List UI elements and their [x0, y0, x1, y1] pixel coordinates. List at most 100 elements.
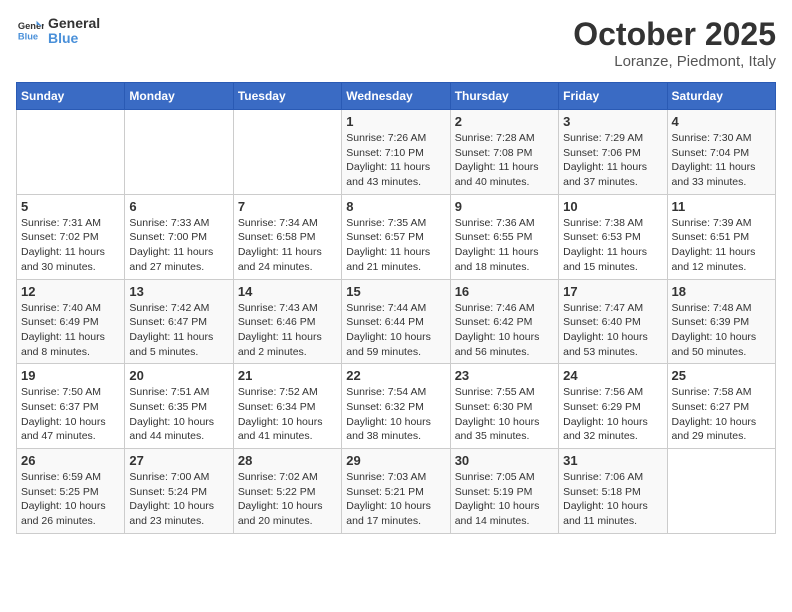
svg-text:General: General: [18, 22, 44, 32]
calendar-cell: 18Sunrise: 7:48 AMSunset: 6:39 PMDayligh…: [667, 279, 775, 364]
calendar-cell: 29Sunrise: 7:03 AMSunset: 5:21 PMDayligh…: [342, 449, 450, 534]
day-number: 17: [563, 284, 662, 299]
day-info: Sunrise: 7:50 AMSunset: 6:37 PMDaylight:…: [21, 385, 120, 444]
day-info: Sunrise: 7:00 AMSunset: 5:24 PMDaylight:…: [129, 470, 228, 529]
day-number: 30: [455, 453, 554, 468]
day-info: Sunrise: 7:05 AMSunset: 5:19 PMDaylight:…: [455, 470, 554, 529]
day-number: 28: [238, 453, 337, 468]
calendar-cell: 5Sunrise: 7:31 AMSunset: 7:02 PMDaylight…: [17, 194, 125, 279]
day-info: Sunrise: 7:35 AMSunset: 6:57 PMDaylight:…: [346, 216, 445, 275]
header-day-monday: Monday: [125, 83, 233, 110]
day-number: 4: [672, 114, 771, 129]
calendar-cell: 1 Sunrise: 7:26 AMSunset: 7:10 PMDaylight…: [342, 110, 450, 195]
day-info: Sunrise: 7:51 AMSunset: 6:35 PMDaylight:…: [129, 385, 228, 444]
calendar-cell: 15 Sunrise: 7:44 AMSunset: 6:44 PMDayligh…: [342, 279, 450, 364]
day-info: Sunrise: 7:58 AMSunset: 6:27 PMDaylight:…: [672, 385, 771, 444]
calendar-week-1: 1 Sunrise: 7:26 AMSunset: 7:10 PMDaylight…: [17, 110, 776, 195]
day-number: 24: [563, 368, 662, 383]
calendar-cell: 23 Sunrise: 7:55 AMSunset: 6:30 PMDayligh…: [450, 364, 558, 449]
calendar-cell: 12 Sunrise: 7:40 AMSunset: 6:49 PMDayligh…: [17, 279, 125, 364]
header-day-friday: Friday: [559, 83, 667, 110]
header-row: SundayMondayTuesdayWednesdayThursdayFrid…: [17, 83, 776, 110]
logo-icon: General Blue: [16, 17, 44, 45]
calendar-cell: 7 Sunrise: 7:34 AMSunset: 6:58 PMDaylight…: [233, 194, 341, 279]
day-info: Sunrise: 7:34 AMSunset: 6:58 PMDaylight:…: [238, 216, 337, 275]
header-day-thursday: Thursday: [450, 83, 558, 110]
calendar-cell: 26 Sunrise: 6:59 AMSunset: 5:25 PMDayligh…: [17, 449, 125, 534]
title-block: October 2025 Loranze, Piedmont, Italy: [573, 16, 776, 70]
calendar-cell: 27 Sunrise: 7:00 AMSunset: 5:24 PMDayligh…: [125, 449, 233, 534]
calendar-week-3: 12 Sunrise: 7:40 AMSunset: 6:49 PMDayligh…: [17, 279, 776, 364]
day-info: Sunrise: 7:36 AMSunset: 6:55 PMDaylight:…: [455, 216, 554, 275]
day-info: Sunrise: 7:44 AMSunset: 6:44 PMDaylight:…: [346, 301, 445, 360]
day-number: 9: [455, 199, 554, 214]
calendar-cell: 4 Sunrise: 7:30 AMSunset: 7:04 PMDaylight…: [667, 110, 775, 195]
day-number: 31: [563, 453, 662, 468]
page-header: General Blue General Blue October 2025 L…: [16, 16, 776, 70]
calendar-table: SundayMondayTuesdayWednesdayThursdayFrid…: [16, 82, 776, 534]
day-info: Sunrise: 7:54 AMSunset: 6:32 PMDaylight:…: [346, 385, 445, 444]
day-number: 16: [455, 284, 554, 299]
day-number: 27: [129, 453, 228, 468]
day-info: Sunrise: 7:30 AMSunset: 7:04 PMDaylight:…: [672, 131, 771, 190]
day-number: 1: [346, 114, 445, 129]
day-number: 11: [672, 199, 771, 214]
day-info: Sunrise: 7:39 AMSunset: 6:51 PMDaylight:…: [672, 216, 771, 275]
calendar-cell: 19 Sunrise: 7:50 AMSunset: 6:37 PMDayligh…: [17, 364, 125, 449]
calendar-cell: 2 Sunrise: 7:28 AMSunset: 7:08 PMDaylight…: [450, 110, 558, 195]
calendar-week-2: 5Sunrise: 7:31 AMSunset: 7:02 PMDaylight…: [17, 194, 776, 279]
day-number: 23: [455, 368, 554, 383]
calendar-cell: 30 Sunrise: 7:05 AMSunset: 5:19 PMDayligh…: [450, 449, 558, 534]
calendar-cell: 16Sunrise: 7:46 AMSunset: 6:42 PMDayligh…: [450, 279, 558, 364]
day-number: 7: [238, 199, 337, 214]
day-number: 2: [455, 114, 554, 129]
day-number: 21: [238, 368, 337, 383]
day-info: Sunrise: 7:52 AMSunset: 6:34 PMDaylight:…: [238, 385, 337, 444]
day-info: Sunrise: 7:56 AMSunset: 6:29 PMDaylight:…: [563, 385, 662, 444]
day-info: Sunrise: 7:43 AMSunset: 6:46 PMDaylight:…: [238, 301, 337, 360]
day-number: 3: [563, 114, 662, 129]
calendar-cell: 20 Sunrise: 7:51 AMSunset: 6:35 PMDayligh…: [125, 364, 233, 449]
day-number: 13: [129, 284, 228, 299]
month-title: October 2025: [573, 16, 776, 53]
calendar-cell: 8 Sunrise: 7:35 AMSunset: 6:57 PMDaylight…: [342, 194, 450, 279]
logo: General Blue General Blue: [16, 16, 100, 47]
header-day-wednesday: Wednesday: [342, 83, 450, 110]
day-info: Sunrise: 7:33 AMSunset: 7:00 PMDaylight:…: [129, 216, 228, 275]
day-info: Sunrise: 7:26 AMSunset: 7:10 PMDaylight:…: [346, 131, 445, 190]
day-number: 6: [129, 199, 228, 214]
calendar-header: SundayMondayTuesdayWednesdayThursdayFrid…: [17, 83, 776, 110]
day-info: Sunrise: 7:38 AMSunset: 6:53 PMDaylight:…: [563, 216, 662, 275]
day-number: 20: [129, 368, 228, 383]
day-number: 19: [21, 368, 120, 383]
calendar-cell: 22Sunrise: 7:54 AMSunset: 6:32 PMDayligh…: [342, 364, 450, 449]
day-info: Sunrise: 7:42 AMSunset: 6:47 PMDaylight:…: [129, 301, 228, 360]
location-subtitle: Loranze, Piedmont, Italy: [573, 53, 776, 70]
day-number: 8: [346, 199, 445, 214]
day-info: Sunrise: 7:02 AMSunset: 5:22 PMDaylight:…: [238, 470, 337, 529]
day-number: 26: [21, 453, 120, 468]
calendar-cell: [17, 110, 125, 195]
day-info: Sunrise: 6:59 AMSunset: 5:25 PMDaylight:…: [21, 470, 120, 529]
day-number: 25: [672, 368, 771, 383]
day-info: Sunrise: 7:47 AMSunset: 6:40 PMDaylight:…: [563, 301, 662, 360]
day-info: Sunrise: 7:29 AMSunset: 7:06 PMDaylight:…: [563, 131, 662, 190]
calendar-cell: 10Sunrise: 7:38 AMSunset: 6:53 PMDayligh…: [559, 194, 667, 279]
calendar-cell: [667, 449, 775, 534]
day-info: Sunrise: 7:40 AMSunset: 6:49 PMDaylight:…: [21, 301, 120, 360]
calendar-body: 1 Sunrise: 7:26 AMSunset: 7:10 PMDaylight…: [17, 110, 776, 534]
day-info: Sunrise: 7:06 AMSunset: 5:18 PMDaylight:…: [563, 470, 662, 529]
header-day-sunday: Sunday: [17, 83, 125, 110]
day-info: Sunrise: 7:28 AMSunset: 7:08 PMDaylight:…: [455, 131, 554, 190]
day-number: 15: [346, 284, 445, 299]
day-info: Sunrise: 7:55 AMSunset: 6:30 PMDaylight:…: [455, 385, 554, 444]
calendar-cell: 6 Sunrise: 7:33 AMSunset: 7:00 PMDaylight…: [125, 194, 233, 279]
calendar-cell: 3 Sunrise: 7:29 AMSunset: 7:06 PMDaylight…: [559, 110, 667, 195]
day-number: 18: [672, 284, 771, 299]
day-info: Sunrise: 7:03 AMSunset: 5:21 PMDaylight:…: [346, 470, 445, 529]
svg-text:Blue: Blue: [18, 32, 38, 42]
day-number: 14: [238, 284, 337, 299]
day-number: 12: [21, 284, 120, 299]
logo-text-line1: General: [48, 16, 100, 31]
calendar-cell: 24 Sunrise: 7:56 AMSunset: 6:29 PMDayligh…: [559, 364, 667, 449]
